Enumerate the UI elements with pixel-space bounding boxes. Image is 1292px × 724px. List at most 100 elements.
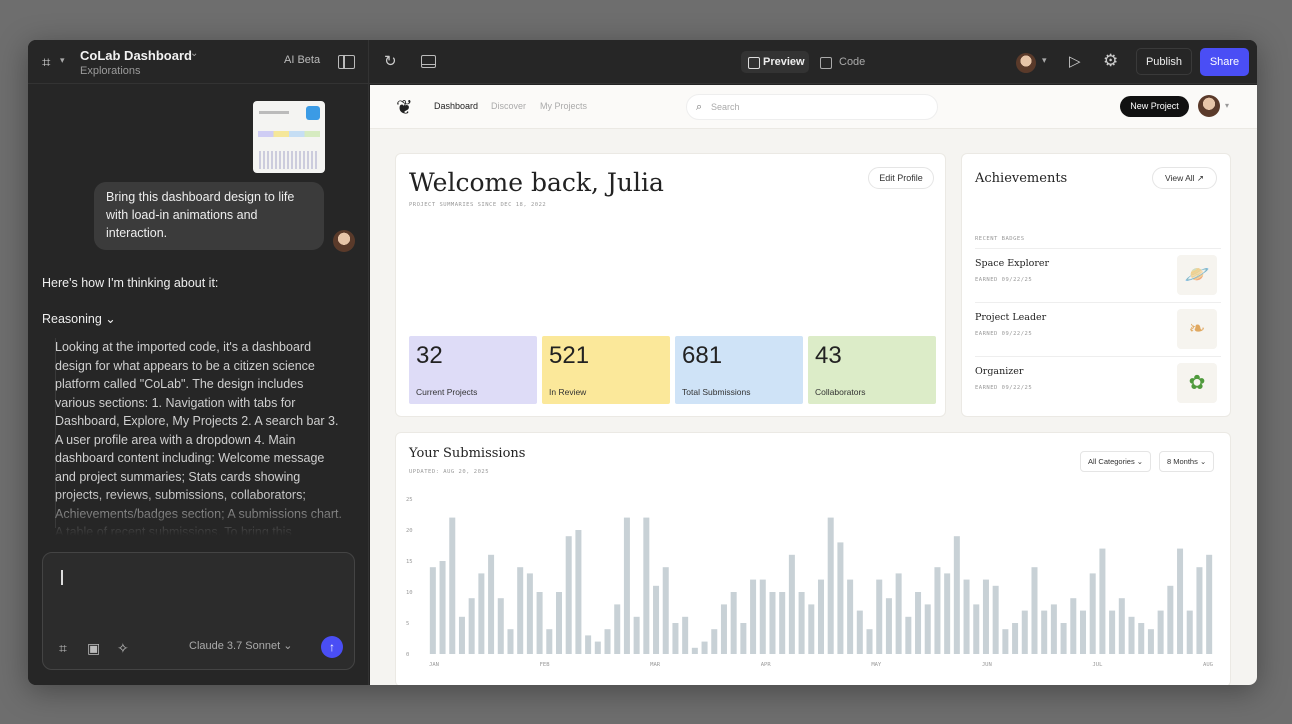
device-frame-icon[interactable]: [421, 55, 436, 68]
chart-bar[interactable]: [1099, 548, 1106, 654]
chart-bar[interactable]: [526, 573, 533, 654]
settings-gear-icon[interactable]: ⚙: [1103, 51, 1118, 71]
chart-bar[interactable]: [575, 530, 582, 654]
chart-bar[interactable]: [1177, 548, 1184, 654]
tab-preview[interactable]: Preview: [741, 51, 809, 73]
chart-bar[interactable]: [788, 554, 795, 654]
chart-bar[interactable]: [1196, 567, 1203, 654]
chart-bar[interactable]: [1060, 623, 1067, 654]
chart-bar[interactable]: [769, 592, 776, 654]
chart-bar[interactable]: [973, 604, 980, 654]
title-chevron-icon[interactable]: ⌄: [190, 48, 198, 59]
badge-item[interactable]: Project Leader EARNED 09/22/25 ❧: [975, 302, 1221, 354]
chart-bar[interactable]: [1206, 554, 1213, 654]
chart-bar[interactable]: [497, 598, 504, 654]
chart-bar[interactable]: [662, 567, 669, 654]
chart-bar[interactable]: [1002, 629, 1009, 654]
edit-profile-button[interactable]: Edit Profile: [868, 167, 934, 189]
chart-bar[interactable]: [507, 629, 514, 654]
tab-dashboard[interactable]: Dashboard: [434, 101, 478, 111]
category-select[interactable]: All Categories ⌄: [1080, 451, 1152, 472]
chart-bar[interactable]: [944, 573, 951, 654]
model-selector[interactable]: Claude 3.7 Sonnet ⌄: [189, 639, 292, 652]
tab-my-projects[interactable]: My Projects: [540, 101, 587, 111]
new-project-button[interactable]: New Project: [1120, 96, 1189, 117]
chart-bar[interactable]: [1128, 616, 1135, 654]
chart-bar[interactable]: [468, 598, 475, 654]
profile-chevron-icon[interactable]: ▾: [1225, 101, 1229, 110]
attached-image-thumbnail[interactable]: [253, 101, 325, 173]
reasoning-toggle[interactable]: Reasoning ⌄: [42, 311, 116, 326]
chart-bar[interactable]: [633, 616, 640, 654]
chart-bar[interactable]: [1186, 610, 1193, 654]
chart-bar[interactable]: [1138, 623, 1145, 654]
chart-bar[interactable]: [953, 536, 960, 654]
chart-bar[interactable]: [779, 592, 786, 654]
chart-bar[interactable]: [847, 579, 854, 654]
toolbar-avatar[interactable]: [1016, 53, 1036, 73]
chart-bar[interactable]: [1021, 610, 1028, 654]
chart-bar[interactable]: [915, 592, 922, 654]
chart-bar[interactable]: [924, 604, 931, 654]
chart-bar[interactable]: [1031, 567, 1038, 654]
chart-bar[interactable]: [614, 604, 621, 654]
chart-bar[interactable]: [876, 579, 883, 654]
chart-bar[interactable]: [449, 517, 456, 654]
badge-item[interactable]: Space Explorer EARNED 09/22/25 🪐: [975, 248, 1221, 300]
chart-bar[interactable]: [750, 579, 757, 654]
chart-bar[interactable]: [1012, 623, 1019, 654]
chart-bar[interactable]: [429, 567, 436, 654]
badge-item[interactable]: Organizer EARNED 09/22/25 ✿: [975, 356, 1221, 408]
chart-bar[interactable]: [1050, 604, 1057, 654]
chart-bar[interactable]: [594, 641, 601, 654]
figma-import-icon[interactable]: ⌗: [59, 640, 67, 657]
chart-bar[interactable]: [555, 592, 563, 654]
stat-card[interactable]: 32 Current Projects: [409, 336, 537, 404]
chart-bar[interactable]: [604, 629, 611, 654]
chart-bar[interactable]: [759, 579, 766, 654]
chart-bar[interactable]: [672, 623, 679, 654]
tab-code[interactable]: Code: [820, 51, 865, 73]
chart-bar[interactable]: [827, 517, 834, 654]
chart-bar[interactable]: [536, 592, 543, 654]
chart-bar[interactable]: [1089, 573, 1096, 654]
view-all-button[interactable]: View All ↗: [1152, 167, 1217, 189]
chart-bar[interactable]: [1109, 610, 1116, 654]
chart-bar[interactable]: [546, 629, 553, 654]
stat-card[interactable]: 521 In Review: [542, 336, 670, 404]
play-icon[interactable]: ▷: [1069, 52, 1081, 70]
chart-bar[interactable]: [895, 573, 902, 654]
chart-bar[interactable]: [817, 579, 825, 654]
chart-bar[interactable]: [623, 517, 630, 654]
profile-avatar[interactable]: [1198, 95, 1220, 117]
send-button[interactable]: ↑: [321, 636, 343, 658]
chart-bar[interactable]: [1041, 610, 1048, 654]
chart-bar[interactable]: [1157, 610, 1164, 654]
chart-bar[interactable]: [730, 592, 737, 654]
chart-bar[interactable]: [866, 629, 873, 654]
chart-bar[interactable]: [1147, 629, 1154, 654]
chart-bar[interactable]: [905, 616, 912, 654]
chart-bar[interactable]: [643, 517, 650, 654]
chart-bar[interactable]: [682, 616, 689, 654]
chart-bar[interactable]: [701, 641, 708, 654]
chevron-down-icon[interactable]: ▾: [60, 55, 65, 66]
tab-discover[interactable]: Discover: [491, 101, 526, 111]
stat-card[interactable]: 681 Total Submissions: [675, 336, 803, 404]
chart-bar[interactable]: [488, 554, 495, 654]
stat-card[interactable]: 43 Collaborators: [808, 336, 936, 404]
search-input[interactable]: ⌕ Search: [686, 94, 938, 120]
publish-button[interactable]: Publish: [1136, 48, 1192, 75]
range-select[interactable]: 8 Months ⌄: [1159, 451, 1215, 472]
image-upload-icon[interactable]: ▣: [87, 640, 100, 657]
chart-bar[interactable]: [798, 592, 805, 654]
chart-bar[interactable]: [1070, 598, 1077, 654]
chart-bar[interactable]: [808, 604, 815, 654]
sidebar-toggle-icon[interactable]: [338, 55, 355, 69]
chart-bar[interactable]: [963, 579, 970, 654]
chart-bar[interactable]: [934, 567, 941, 654]
chart-bar[interactable]: [585, 635, 592, 654]
chart-bar[interactable]: [458, 616, 465, 654]
chart-bar[interactable]: [992, 585, 999, 654]
select-element-icon[interactable]: ✧: [117, 640, 129, 657]
